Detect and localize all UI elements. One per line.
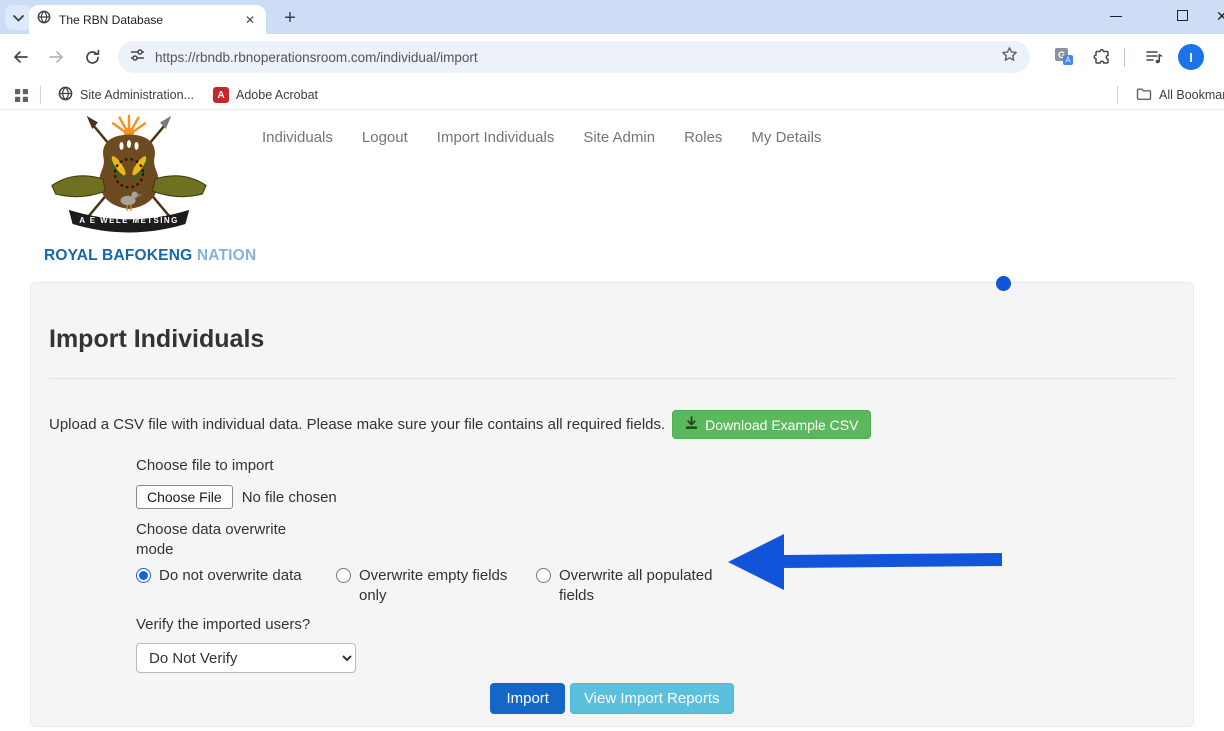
site-header: A E WELE METSING ROYAL BAFOKENG NATION I… bbox=[0, 110, 1224, 282]
logo-text-light: NATION bbox=[197, 247, 256, 264]
import-individuals-card: Import Individuals Upload a CSV file wit… bbox=[30, 282, 1194, 727]
radio-label[interactable]: Overwrite empty fields only bbox=[359, 566, 519, 606]
nav-individuals[interactable]: Individuals bbox=[262, 129, 333, 146]
extensions-puzzle-icon[interactable] bbox=[1090, 45, 1114, 69]
radio-no-overwrite[interactable] bbox=[136, 568, 151, 583]
file-status-text: No file chosen bbox=[242, 489, 337, 506]
new-tab-button[interactable]: + bbox=[277, 5, 303, 31]
window-controls: ✕ bbox=[1074, 0, 1224, 34]
annotation-arrow bbox=[726, 531, 1004, 593]
window-maximize-icon[interactable] bbox=[1177, 10, 1188, 21]
browser-toolbar: https://rbndb.rbnoperationsroom.com/indi… bbox=[0, 34, 1224, 80]
chevron-down-icon bbox=[13, 9, 24, 27]
folder-icon bbox=[1136, 87, 1152, 104]
svg-text:A: A bbox=[1065, 56, 1071, 65]
browser-tab[interactable]: The RBN Database ✕ bbox=[29, 5, 266, 34]
nav-my-details[interactable]: My Details bbox=[751, 129, 821, 146]
file-input-row: Choose File No file chosen bbox=[136, 485, 1175, 509]
google-translate-icon[interactable]: GA bbox=[1052, 45, 1076, 69]
page-title: Import Individuals bbox=[49, 325, 1175, 353]
import-button[interactable]: Import bbox=[490, 683, 565, 714]
bookmarks-separator bbox=[40, 86, 41, 104]
apps-grid-icon[interactable] bbox=[14, 84, 29, 106]
all-bookmarks-label: All Bookmarks bbox=[1159, 88, 1224, 102]
verify-label: Verify the imported users? bbox=[136, 615, 396, 635]
rbn-crest-image: A E WELE METSING bbox=[44, 114, 214, 240]
form-actions: Import View Import Reports bbox=[49, 683, 1175, 714]
bookmark-site-administration[interactable]: Site Administration... bbox=[58, 84, 194, 106]
forward-button[interactable] bbox=[41, 42, 71, 72]
bookmark-adobe-acrobat[interactable]: A Adobe Acrobat bbox=[213, 84, 318, 106]
radio-overwrite-empty[interactable] bbox=[336, 568, 351, 583]
bookmark-label: Adobe Acrobat bbox=[236, 88, 318, 102]
tab-search-button[interactable] bbox=[5, 5, 32, 30]
overwrite-mode-label: Choose data overwrite mode bbox=[136, 520, 306, 560]
radio-option-overwrite-all: Overwrite all populated fields bbox=[536, 566, 736, 606]
nav-import-individuals[interactable]: Import Individuals bbox=[437, 129, 555, 146]
adobe-acrobat-icon: A bbox=[213, 87, 229, 103]
radio-overwrite-all[interactable] bbox=[536, 568, 551, 583]
tab-close-icon[interactable]: ✕ bbox=[242, 12, 258, 28]
url-text[interactable]: https://rbndb.rbnoperationsroom.com/indi… bbox=[155, 50, 1001, 65]
overwrite-radio-group: Do not overwrite data Overwrite empty fi… bbox=[136, 566, 1175, 606]
download-icon bbox=[685, 416, 698, 433]
radio-label[interactable]: Overwrite all populated fields bbox=[559, 566, 719, 606]
import-form: Choose file to import Choose File No fil… bbox=[136, 456, 1175, 673]
bookmark-star-icon[interactable] bbox=[1001, 46, 1018, 68]
annotation-dot bbox=[996, 276, 1011, 291]
nav-roles[interactable]: Roles bbox=[684, 129, 722, 146]
all-bookmarks-button[interactable]: All Bookmarks bbox=[1136, 84, 1224, 106]
rbn-logo[interactable]: A E WELE METSING ROYAL BAFOKENG NATION bbox=[44, 114, 218, 265]
radio-option-overwrite-empty: Overwrite empty fields only bbox=[336, 566, 536, 606]
choose-file-button[interactable]: Choose File bbox=[136, 485, 233, 509]
intro-row: Upload a CSV file with individual data. … bbox=[49, 410, 1175, 439]
nav-logout[interactable]: Logout bbox=[362, 129, 408, 146]
globe-favicon-icon bbox=[37, 10, 51, 29]
avatar-letter: I bbox=[1189, 50, 1193, 65]
reload-button[interactable] bbox=[77, 42, 107, 72]
window-minimize-icon[interactable] bbox=[1110, 16, 1122, 17]
intro-text: Upload a CSV file with individual data. … bbox=[49, 416, 665, 433]
file-label: Choose file to import bbox=[136, 456, 306, 476]
bookmark-label: Site Administration... bbox=[80, 88, 194, 102]
logo-motto: A E WELE METSING bbox=[79, 216, 178, 225]
nav-site-admin[interactable]: Site Admin bbox=[583, 129, 655, 146]
tab-title: The RBN Database bbox=[59, 13, 242, 27]
verify-select[interactable]: Do Not Verify bbox=[136, 643, 356, 673]
site-info-tune-icon[interactable] bbox=[130, 48, 145, 67]
globe-icon bbox=[58, 86, 73, 104]
bookmarks-separator bbox=[1117, 86, 1118, 104]
download-example-csv-button[interactable]: Download Example CSV bbox=[672, 410, 871, 439]
radio-option-no-overwrite: Do not overwrite data bbox=[136, 566, 336, 606]
main-nav: Individuals Logout Import Individuals Si… bbox=[262, 129, 821, 146]
browser-tab-strip: The RBN Database ✕ + ✕ bbox=[0, 0, 1224, 34]
radio-label[interactable]: Do not overwrite data bbox=[159, 566, 302, 586]
logo-wordmark: ROYAL BAFOKENG NATION bbox=[44, 247, 218, 265]
logo-text-bold: ROYAL BAFOKENG bbox=[44, 247, 192, 264]
download-button-label: Download Example CSV bbox=[705, 417, 858, 433]
view-import-reports-button[interactable]: View Import Reports bbox=[570, 683, 734, 714]
address-bar[interactable]: https://rbndb.rbnoperationsroom.com/indi… bbox=[118, 41, 1030, 73]
back-button[interactable] bbox=[5, 42, 35, 72]
profile-avatar[interactable]: I bbox=[1178, 44, 1204, 70]
toolbar-separator bbox=[1124, 48, 1125, 67]
bookmarks-bar: Site Administration... A Adobe Acrobat A… bbox=[0, 80, 1224, 110]
media-queue-icon[interactable] bbox=[1142, 45, 1166, 69]
window-close-icon[interactable]: ✕ bbox=[1216, 8, 1224, 25]
divider bbox=[49, 378, 1175, 379]
